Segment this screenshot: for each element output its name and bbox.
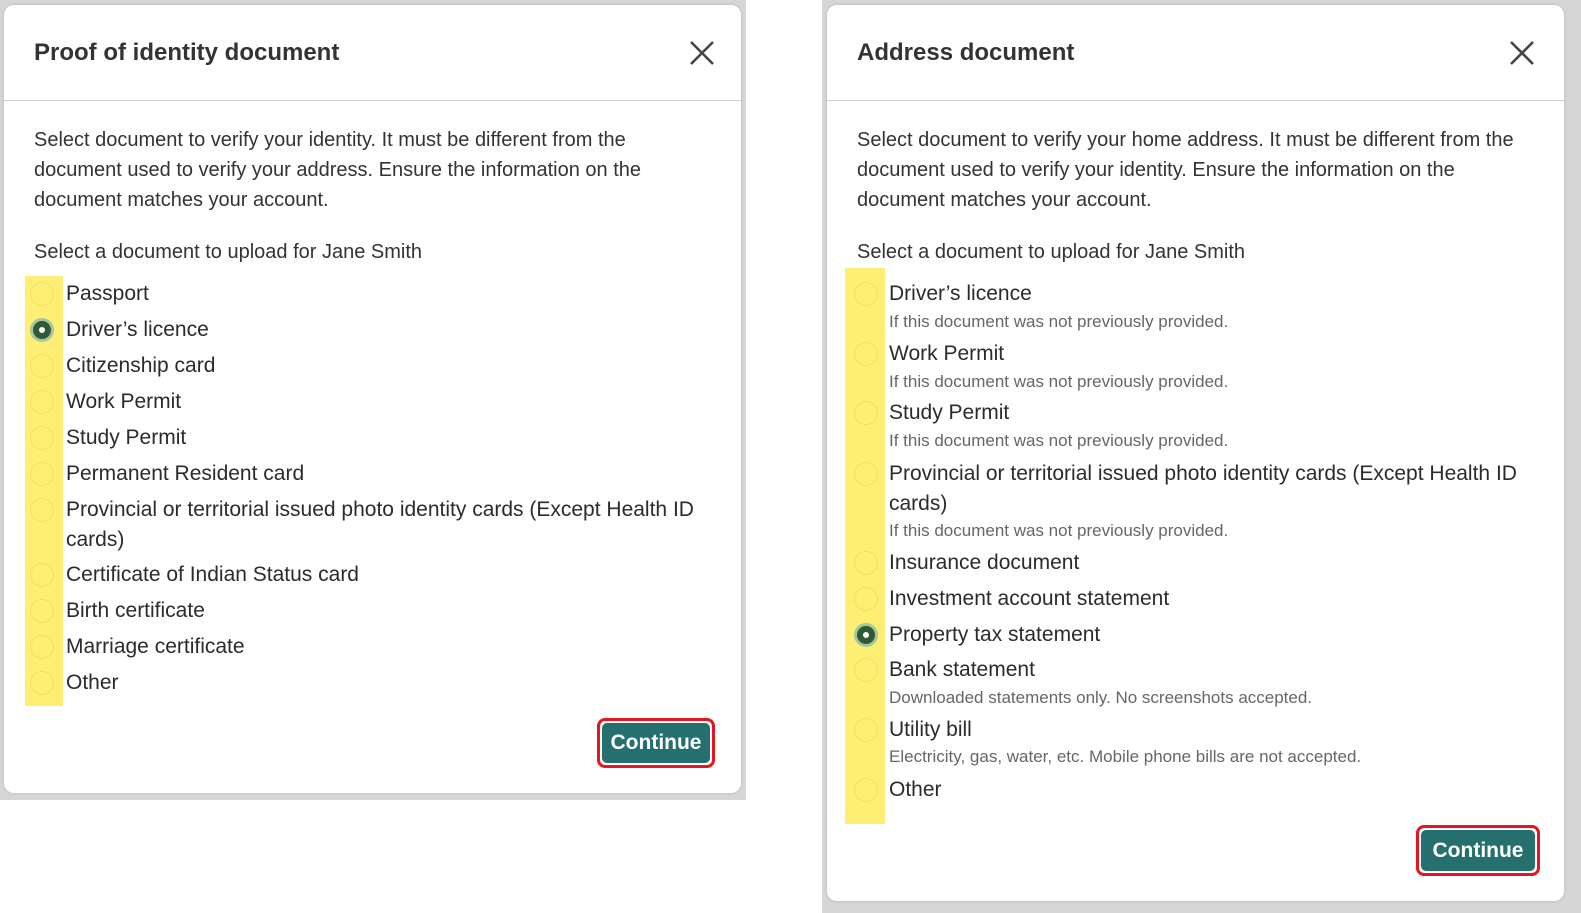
radio-button[interactable] (854, 587, 878, 611)
close-icon (1510, 41, 1534, 65)
radio-button[interactable] (854, 778, 878, 802)
radio-option-label: Other (66, 671, 119, 694)
radio-button[interactable] (30, 354, 54, 378)
continue-button[interactable]: Continue (602, 723, 710, 763)
dialog-title: Proof of identity document (34, 39, 340, 66)
radio-option-label: Study Permit (889, 401, 1010, 424)
radio-option-label: Birth certificate (66, 599, 205, 622)
radio-option-hint: Downloaded statements only. No screensho… (889, 688, 1313, 707)
close-button[interactable] (1504, 35, 1540, 71)
radio-button[interactable] (30, 563, 54, 587)
continue-button-outline: Continue (1416, 825, 1540, 876)
radio-option-label: Insurance document (889, 551, 1080, 574)
radio-button[interactable] (30, 599, 54, 623)
radio-option-hint: If this document was not previously prov… (889, 521, 1229, 540)
radio-button-checked[interactable] (30, 318, 54, 342)
dialog-intro: Select document to verify your home addr… (857, 129, 1514, 211)
radio-button[interactable] (30, 390, 54, 414)
radio-button[interactable] (30, 671, 54, 695)
radio-button[interactable] (30, 635, 54, 659)
radio-option-label: Provincial or territorial issued photo i… (889, 462, 1517, 515)
radio-button[interactable] (854, 462, 878, 486)
dialog-intro: Select document to verify your identity.… (34, 129, 642, 211)
radio-option-hint: Electricity, gas, water, etc. Mobile pho… (889, 747, 1362, 766)
radio-option-hint: If this document was not previously prov… (889, 431, 1229, 450)
radio-option-hint: If this document was not previously prov… (889, 372, 1229, 391)
radio-option-label: Permanent Resident card (66, 462, 305, 485)
continue-button[interactable]: Continue (1421, 830, 1535, 871)
radio-option-label: Investment account statement (889, 587, 1170, 610)
radio-option-label: Other (889, 778, 942, 801)
radio-option-label: Study Permit (66, 426, 187, 449)
radio-option-label: Property tax statement (889, 623, 1101, 646)
close-button[interactable] (684, 35, 720, 71)
radio-option-label: Provincial or territorial issued photo i… (66, 498, 694, 551)
radio-button[interactable] (854, 658, 878, 682)
radio-button[interactable] (854, 551, 878, 575)
radio-option-label: Work Permit (889, 342, 1005, 365)
dialog-prompt: Select a document to upload for Jane Smi… (857, 241, 1246, 263)
radio-button[interactable] (854, 282, 878, 306)
identity-dialog: Proof of identity document Select docume… (4, 5, 741, 793)
radio-option-label: Certificate of Indian Status card (66, 563, 359, 586)
radio-button[interactable] (854, 718, 878, 742)
radio-button[interactable] (30, 426, 54, 450)
dialog-title: Address document (857, 39, 1075, 66)
radio-button[interactable] (854, 401, 878, 425)
dialog-header: Proof of identity document (4, 5, 741, 101)
radio-button[interactable] (854, 342, 878, 366)
radio-button[interactable] (30, 498, 54, 522)
radio-button[interactable] (30, 282, 54, 306)
radio-option-label: Driver’s licence (66, 318, 209, 341)
radio-option-label: Citizenship card (66, 354, 216, 377)
radio-option-label: Utility bill (889, 718, 972, 741)
radio-option-label: Work Permit (66, 390, 182, 413)
radio-option-hint: If this document was not previously prov… (889, 312, 1229, 331)
address-dialog: Address document Select document to veri… (827, 5, 1564, 901)
dialog-header: Address document (827, 5, 1564, 101)
close-icon (690, 41, 714, 65)
dialog-prompt: Select a document to upload for Jane Smi… (34, 241, 423, 263)
radio-option-label: Passport (66, 282, 149, 305)
radio-option-label: Driver’s licence (889, 282, 1032, 305)
radio-button[interactable] (30, 462, 54, 486)
radio-button-checked[interactable] (854, 623, 878, 647)
radio-option-label: Bank statement (889, 658, 1035, 681)
radio-option-label: Marriage certificate (66, 635, 245, 658)
continue-button-outline: Continue (597, 718, 715, 768)
